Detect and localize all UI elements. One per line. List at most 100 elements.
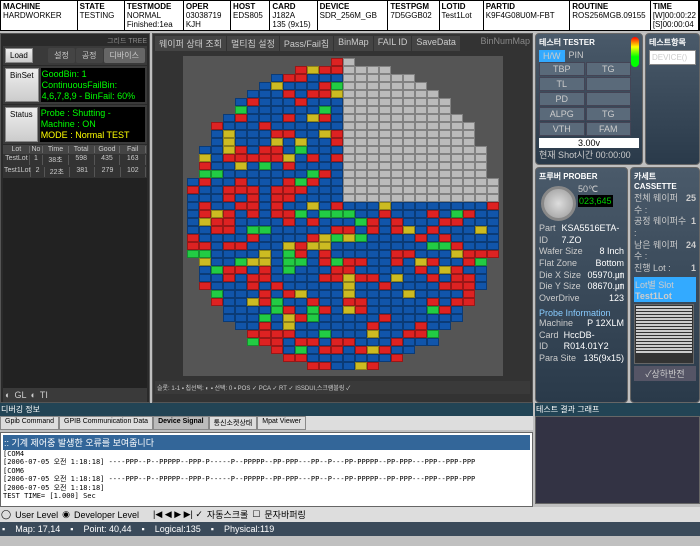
lot-label: Lot별 Slot: [635, 280, 674, 290]
l: 남은 웨이퍼수 :: [634, 240, 686, 263]
binset-button[interactable]: BinSet: [5, 68, 39, 102]
cassette-icon: [634, 304, 694, 364]
log-line: [2006-07-05 오전 1:18:18]: [3, 484, 530, 492]
logtab-socket[interactable]: 통신소켓상태: [209, 416, 258, 430]
time-value2: [S]00:00:04: [653, 20, 696, 29]
state-value: TESTING: [80, 11, 122, 20]
v: 1: [691, 263, 696, 275]
items-panel: 테스트항목 DEVICE(): [645, 33, 700, 165]
time-label: TIME: [653, 2, 696, 11]
pin-tab[interactable]: PIN: [569, 50, 584, 62]
lotid-label: LOTID: [442, 2, 481, 11]
gcell: VTH: [539, 122, 585, 136]
machine-label: MACHINE: [3, 2, 75, 11]
autoscroll[interactable]: 자동스크롤: [207, 508, 248, 521]
header-bar: MACHINEHARDWORKER STATETESTING TESTMODEN…: [0, 0, 700, 31]
v: 08670.㎛: [587, 281, 624, 293]
logtab-signal[interactable]: Device Signal: [153, 416, 209, 430]
logtab-mpat[interactable]: Mpat Viewer: [257, 416, 306, 430]
th-lot[interactable]: Lot: [4, 146, 30, 153]
probe-hdr: Probe Information: [539, 308, 624, 318]
oper-label: OPER: [186, 2, 228, 11]
testmode-label: TESTMODE: [127, 2, 181, 11]
tree-toggle[interactable]: 그리드 TREE: [3, 36, 147, 46]
testmode-value2: Finished:1ea: [127, 20, 181, 29]
v: 24: [686, 240, 696, 263]
th-time[interactable]: Time: [43, 146, 69, 153]
testpgm-value: 7D5GGB02: [390, 11, 436, 20]
voltage: 3.00v: [539, 138, 639, 148]
partid-value: K9F4G08U0M-FBT: [486, 11, 567, 20]
binmap-label: BinNumMap: [480, 36, 530, 51]
gl-toggle[interactable]: GL: [14, 390, 26, 400]
v: 25: [686, 193, 696, 216]
l: Flat Zone: [539, 258, 577, 270]
flip-button[interactable]: 상하반전: [652, 369, 685, 379]
gcell: TG: [586, 62, 632, 76]
status-button[interactable]: Status: [5, 107, 38, 141]
bin-line: MODE : Normal TEST: [41, 130, 144, 141]
wrap[interactable]: 문자바퍼링: [264, 508, 305, 521]
wafer-map[interactable]: [183, 56, 503, 376]
th-fail[interactable]: Fail: [120, 146, 146, 153]
logtab-gpib[interactable]: Gpib Command: [0, 416, 59, 430]
ctab-wafer[interactable]: 웨이퍼 상태 조회: [155, 36, 226, 51]
device-label: DEVICE: [320, 2, 386, 11]
log-area[interactable]: :: 기계 제어중 발생한 오류를 보여줍니다 [COM4 [2006-07-0…: [0, 432, 533, 507]
bin-line: ContinuousFailBin: 4,6,7,8,9 - BinFail: …: [42, 80, 144, 102]
td: Test1Lot: [4, 167, 31, 177]
ctab-binmap[interactable]: BinMap: [334, 36, 373, 51]
routine-value: ROS256MGB.09155: [572, 11, 648, 20]
lotid-value: Test1Lot: [442, 11, 481, 20]
ctab-failid[interactable]: FAIL ID: [374, 36, 412, 51]
td: 279: [95, 167, 120, 177]
hw-tab[interactable]: H/W: [539, 50, 565, 62]
load-button[interactable]: Load: [5, 48, 33, 63]
v: 135(9x15): [583, 353, 624, 365]
v: HccDB-R014.01Y2: [564, 330, 624, 353]
log-header: :: 기계 제어중 발생한 오류를 보여줍니다: [3, 435, 530, 450]
th-total[interactable]: Total: [69, 146, 95, 153]
td: 38초: [43, 155, 69, 165]
right-panel: 테스터 TESTER H/WPIN TBPTG TL PD ALPGTG VTH…: [535, 33, 700, 403]
ctab-multichip[interactable]: 멀티칩 설정: [227, 36, 279, 51]
machine-value: HARDWORKER: [3, 11, 75, 20]
footer-bar: ◯User Level ◉Developer Level |◀ ◀ ▶ ▶| ✓…: [0, 507, 700, 522]
logtab-comm[interactable]: GPIB Communication Data: [59, 416, 153, 430]
table-row[interactable]: TestLot 1 38초 598 435 163: [3, 154, 147, 166]
wafer-toolbar[interactable]: 슬롯: 1-1 ▪ 칩선택: ◐ ▪ 선택: 0 ▪ POS ✓ PCA ✓ R…: [155, 381, 530, 394]
table-row[interactable]: Test1Lot 2 22초 381 279 102: [3, 166, 147, 178]
card-label: CARD: [272, 2, 314, 11]
v: 8 Inch: [599, 246, 624, 258]
host-value: EDS805: [233, 11, 267, 20]
ctab-savedata[interactable]: SaveData: [412, 36, 460, 51]
device-box[interactable]: DEVICE(): [649, 50, 696, 65]
lot-value: Test1Lot: [635, 291, 672, 301]
gcell: TG: [586, 107, 632, 121]
status-physical: Physical:119: [224, 524, 274, 534]
ti-toggle[interactable]: TI: [40, 390, 48, 400]
gcell: TL: [539, 77, 585, 91]
log-line: [2006-07-05 오전 1:18:18] ----PPP--P--PPPP…: [3, 458, 530, 466]
td: 381: [70, 167, 95, 177]
user-level[interactable]: User Level: [15, 510, 58, 520]
td: 2: [31, 167, 44, 177]
prober-panel: 프루버 PROBER 50℃023,645 Part IDKSA5516ETA-…: [535, 167, 628, 403]
td: 1: [30, 155, 43, 165]
l: Card ID: [539, 330, 564, 353]
th-good[interactable]: Good: [95, 146, 121, 153]
th-no[interactable]: No: [30, 146, 43, 153]
partid-label: PARTID: [486, 2, 567, 11]
prober-title: 프루버 PROBER: [539, 171, 624, 182]
tab-settings[interactable]: 설정: [48, 48, 75, 63]
tab-device[interactable]: 디바이스: [104, 48, 145, 63]
log-line: [COM6: [3, 467, 530, 475]
status-logical: Logical:135: [155, 524, 201, 534]
tab-process[interactable]: 공정: [76, 48, 103, 63]
l: 공정 웨이퍼수 :: [634, 216, 691, 239]
dev-level[interactable]: Developer Level: [74, 510, 139, 520]
l: Die Y Size: [539, 281, 581, 293]
cassette-panel: 카세트 CASSETTE 전체 웨이퍼수 :25 공정 웨이퍼수 :1 남은 웨…: [630, 167, 700, 403]
l: Machine: [539, 318, 573, 330]
ctab-passfail[interactable]: Pass/Fail칩: [280, 36, 333, 51]
